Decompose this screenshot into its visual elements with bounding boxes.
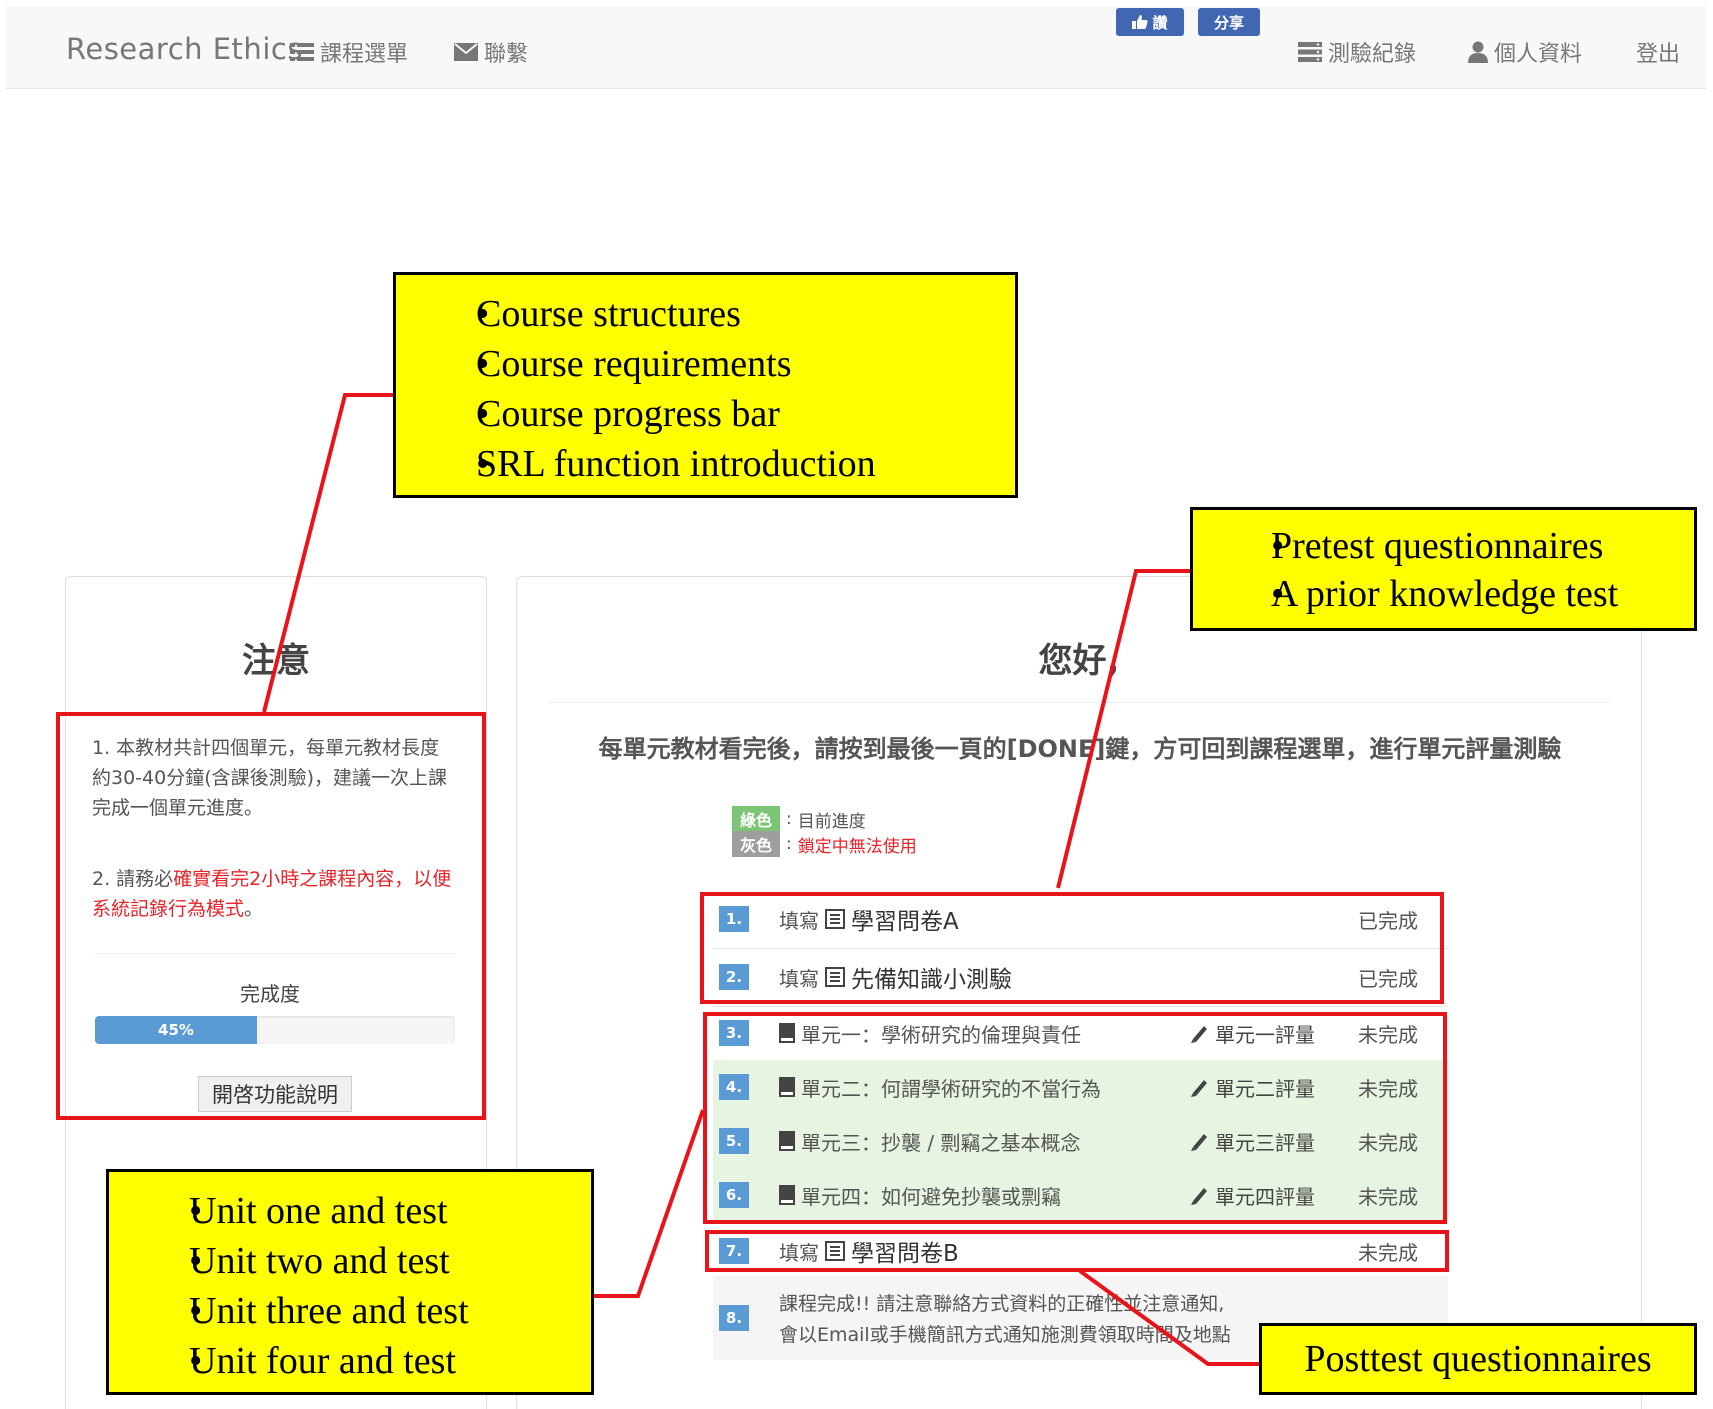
callout-item: A prior knowledge test xyxy=(1193,570,1694,618)
callout-item: Course progress bar xyxy=(396,389,1015,439)
callout-item: Course structures xyxy=(396,289,1015,339)
callout-pretest: Pretest questionnaires A prior knowledge… xyxy=(1190,507,1697,631)
callout-item: Unit three and test xyxy=(109,1286,591,1336)
highlight-pretest xyxy=(700,892,1444,1004)
callout-item: SRL function introduction xyxy=(396,439,1015,489)
callout-posttest: Posttest questionnaires xyxy=(1259,1323,1697,1395)
highlight-posttest xyxy=(705,1230,1449,1272)
callout-course-info: Course structures Course requirements Co… xyxy=(393,272,1018,498)
callout-item: Unit two and test xyxy=(109,1236,591,1286)
callout-item: Course requirements xyxy=(396,339,1015,389)
callout-item: Unit one and test xyxy=(109,1186,591,1236)
callout-units: Unit one and test Unit two and test Unit… xyxy=(106,1169,594,1395)
highlight-notice xyxy=(56,712,486,1120)
callout-item: Unit four and test xyxy=(109,1336,591,1386)
callout-item: Pretest questionnaires xyxy=(1193,522,1694,570)
highlight-units xyxy=(703,1012,1447,1224)
